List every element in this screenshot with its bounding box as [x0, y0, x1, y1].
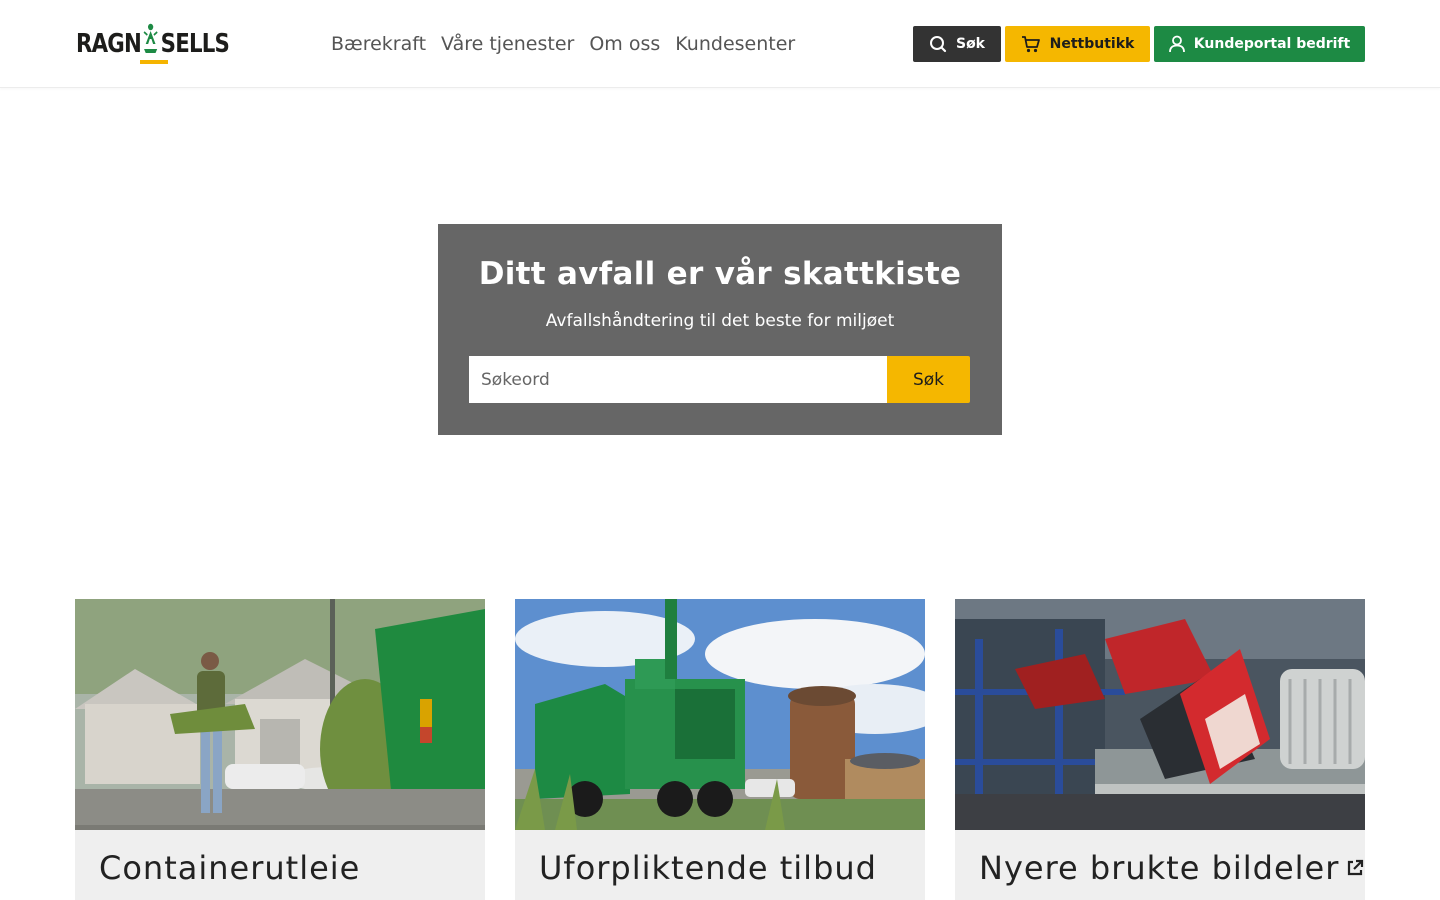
person-container-photo [75, 599, 485, 830]
car-parts-photo [955, 599, 1365, 830]
external-link-icon [1348, 859, 1364, 876]
card-title-uforpliktende-tilbud: Uforpliktende tilbud [539, 849, 877, 887]
nav-item-baerekraft[interactable]: Bærekraft [331, 31, 426, 57]
card-image-car-parts [955, 599, 1365, 830]
card-image-truck [515, 599, 925, 830]
hero-title: Ditt avfall er vår skattkiste [478, 256, 962, 292]
nav-item-vare-tjenester[interactable]: Våre tjenester [441, 31, 574, 57]
hero-search-panel: Ditt avfall er vår skattkiste Avfallshån… [438, 224, 1002, 435]
search-icon [929, 36, 947, 53]
main-nav: Bærekraft Våre tjenester Om oss Kundesen… [331, 31, 795, 57]
search-input[interactable] [469, 356, 887, 403]
nettbutikk-button[interactable]: Nettbutikk [1005, 26, 1150, 62]
kundeportal-bedrift-button[interactable]: Kundeportal bedrift [1154, 26, 1365, 62]
card-title-containerutleie: Containerutleie [99, 849, 361, 887]
nav-item-om-oss[interactable]: Om oss [589, 31, 660, 57]
logo-figure-icon [143, 23, 158, 53]
site-header: RAGN SELLS Bærekraft Våre tjenester Om os… [0, 0, 1440, 88]
card-nyere-brukte-bildeler[interactable]: Nyere brukte bildeler [955, 599, 1365, 900]
ragn-sells-logo[interactable]: RAGN SELLS [76, 22, 236, 66]
garbage-truck-photo [515, 599, 925, 830]
logo-underline [140, 60, 168, 64]
user-icon [1168, 35, 1185, 53]
card-title-nyere-brukte-bildeler: Nyere brukte bildeler [979, 849, 1365, 887]
kundeportal-label: Kundeportal bedrift [1193, 36, 1351, 52]
cart-icon [1021, 36, 1040, 53]
header-search-button[interactable]: Søk [913, 26, 1001, 62]
card-image-container [75, 599, 485, 830]
card-containerutleie[interactable]: Containerutleie [75, 599, 485, 900]
card-uforpliktende-tilbud[interactable]: Uforpliktende tilbud [515, 599, 925, 900]
hero-subtitle: Avfallshåndtering til det beste for milj… [545, 311, 895, 331]
header-search-label: Søk [955, 36, 985, 52]
nav-item-kundesenter[interactable]: Kundesenter [675, 31, 795, 57]
nettbutikk-label: Nettbutikk [1049, 36, 1135, 52]
search-submit-button[interactable]: Søk [887, 356, 970, 403]
